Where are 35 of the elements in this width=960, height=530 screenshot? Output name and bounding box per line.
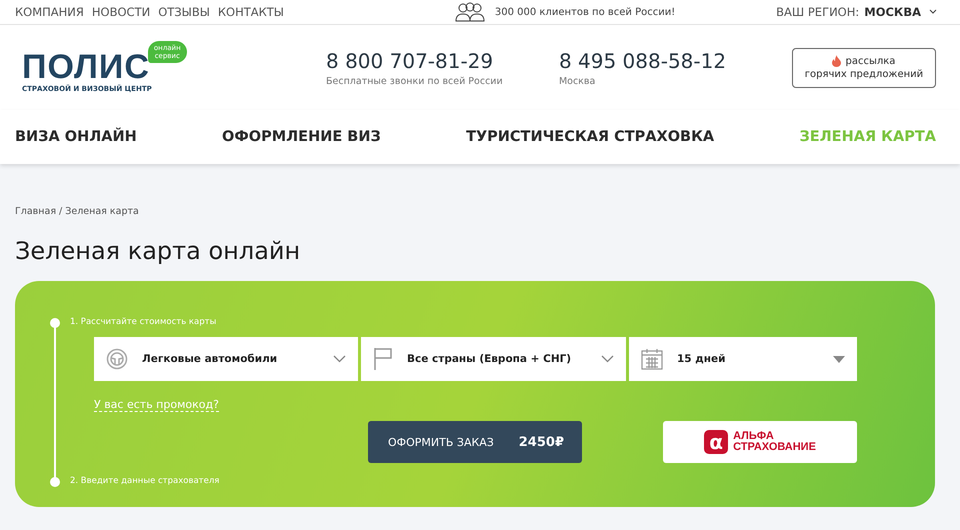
step-dot xyxy=(50,477,60,487)
select-field[interactable]: 15 дней xyxy=(629,337,857,381)
chevron-icon xyxy=(929,9,937,15)
nav-tab[interactable]: ВИЗА ОНЛАЙН xyxy=(15,129,137,145)
region-label: ВАШ РЕГИОН: xyxy=(776,5,860,19)
chevron-icon xyxy=(601,355,614,363)
logo-wordmark[interactable]: ПОЛИС xyxy=(22,50,150,82)
region-dropdown[interactable]: МОСКВА xyxy=(864,5,937,19)
phone-caption: Москва xyxy=(558,76,596,86)
top-link[interactable]: ОТЗЫВЫ xyxy=(158,5,210,19)
dropdown-arrow-icon xyxy=(833,356,845,362)
phone-number[interactable]: 8 495 088-58-12 xyxy=(558,48,792,72)
step-dot xyxy=(50,318,60,328)
clients-note: 300 000 клиентов по всей России! xyxy=(494,6,676,18)
calendar-icon xyxy=(641,348,663,370)
flag-icon xyxy=(373,347,393,371)
select-field[interactable]: Все страны (Европа + СНГ) xyxy=(361,337,626,381)
phone-caption: Бесплатные звонки по всей России xyxy=(326,76,504,86)
nav-tab[interactable]: ОФОРМЛЕНИЕ ВИЗ xyxy=(222,129,381,145)
people-icon xyxy=(454,2,485,22)
top-link[interactable]: КОНТАКТЫ xyxy=(218,5,284,19)
select-field[interactable]: Легковые автомобили xyxy=(94,337,358,381)
step-label: 1. Рассчитайте стоимость карты xyxy=(70,317,216,327)
chevron-icon xyxy=(333,355,346,363)
top-link[interactable]: НОВОСТИ xyxy=(92,5,150,19)
top-link[interactable]: КОМПАНИЯ xyxy=(15,5,84,19)
order-button[interactable]: ОФОРМИТЬ ЗАКАЗ 2450₽ xyxy=(368,421,582,463)
subscribe-button[interactable]: рассылка горячих предложений xyxy=(792,48,936,88)
page-title: Зеленая карта онлайн xyxy=(15,237,302,265)
nav-tab[interactable]: ТУРИСТИЧЕСКАЯ СТРАХОВКА xyxy=(466,129,714,145)
breadcrumb: Главная / Зеленая карта xyxy=(15,206,140,217)
step-label: 2. Введите данные страхователя xyxy=(70,476,220,486)
phone-number[interactable]: 8 800 707-81-29 xyxy=(326,48,559,72)
steering-wheel-icon xyxy=(106,348,128,370)
flame-icon xyxy=(832,55,842,67)
